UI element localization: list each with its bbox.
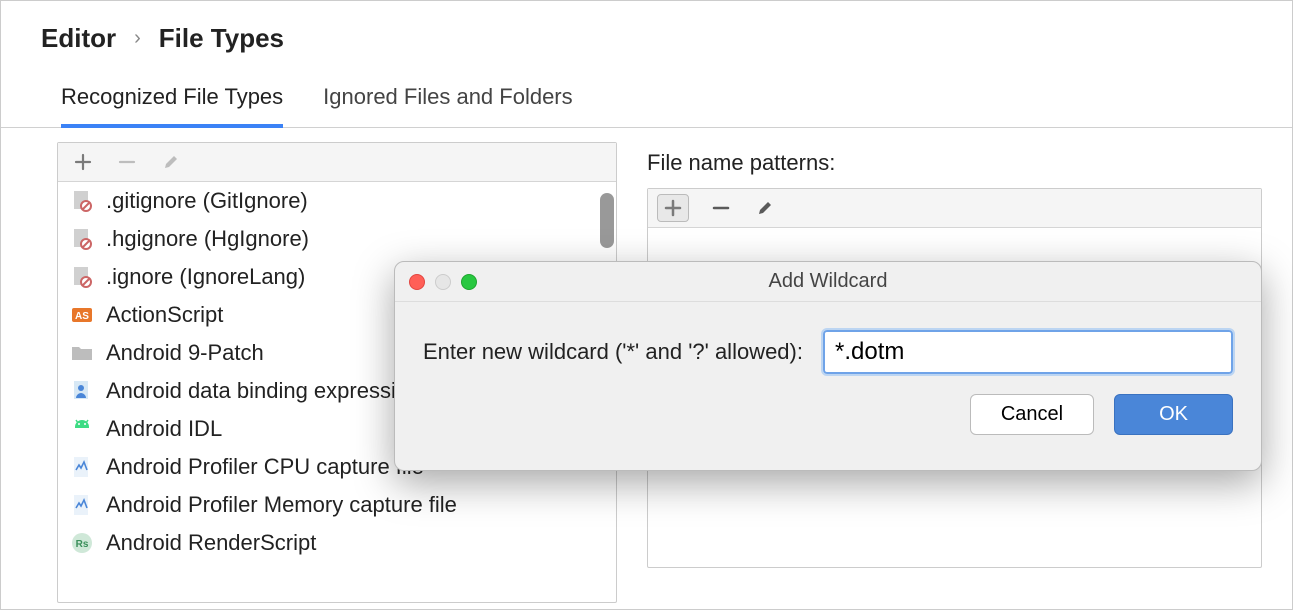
dialog-titlebar: Add Wildcard	[395, 262, 1261, 302]
list-item-label: Android Profiler Memory capture file	[106, 492, 457, 518]
breadcrumb-parent[interactable]: Editor	[41, 23, 116, 54]
list-item[interactable]: .hgignore (HgIgnore)	[58, 220, 616, 258]
list-item[interactable]: .gitignore (GitIgnore)	[58, 182, 616, 220]
window-close-icon[interactable]	[409, 274, 425, 290]
minus-icon[interactable]	[710, 197, 732, 219]
dialog-label: Enter new wildcard ('*' and '?' allowed)…	[423, 339, 803, 365]
list-item-label: .hgignore (HgIgnore)	[106, 226, 309, 252]
file-ignore-icon	[70, 189, 94, 213]
list-item-label: ActionScript	[106, 302, 223, 328]
window-zoom-icon[interactable]	[461, 274, 477, 290]
breadcrumb: Editor › File Types	[1, 1, 1292, 64]
folder-icon	[70, 341, 94, 365]
scrollbar-thumb[interactable]	[600, 193, 614, 248]
list-item[interactable]: Android Profiler Memory capture file	[58, 486, 616, 524]
pencil-icon[interactable]	[754, 197, 776, 219]
list-item-label: .gitignore (GitIgnore)	[106, 188, 308, 214]
list-item-label: .ignore (IgnoreLang)	[106, 264, 305, 290]
window-minimize-icon	[435, 274, 451, 290]
file-ignore-icon	[70, 265, 94, 289]
android-icon	[70, 417, 94, 441]
patterns-header: File name patterns:	[647, 150, 1262, 176]
list-item-label: Android Profiler CPU capture file	[106, 454, 424, 480]
tab-ignored-files-folders[interactable]: Ignored Files and Folders	[323, 84, 572, 128]
profiler-icon	[70, 493, 94, 517]
list-item-label: Android data binding expression	[106, 378, 420, 404]
tab-recognized-file-types[interactable]: Recognized File Types	[61, 84, 283, 128]
minus-icon[interactable]	[116, 151, 138, 173]
svg-text:AS: AS	[75, 311, 89, 322]
wildcard-input[interactable]	[823, 330, 1233, 374]
file-ignore-icon	[70, 227, 94, 251]
chevron-right-icon: ›	[134, 27, 141, 50]
svg-text:Rs: Rs	[76, 539, 89, 550]
dialog-title: Add Wildcard	[395, 270, 1261, 293]
add-wildcard-dialog: Add Wildcard Enter new wildcard ('*' and…	[394, 261, 1262, 471]
android-person-icon	[70, 379, 94, 403]
plus-icon[interactable]	[658, 195, 688, 221]
profiler-icon	[70, 455, 94, 479]
patterns-toolbar	[648, 189, 1261, 228]
list-item-label: Android RenderScript	[106, 530, 316, 556]
pencil-icon[interactable]	[160, 151, 182, 173]
file-types-toolbar	[58, 143, 616, 182]
tabs: Recognized File Types Ignored Files and …	[1, 64, 1292, 128]
cancel-button[interactable]: Cancel	[970, 394, 1094, 435]
ok-button[interactable]: OK	[1114, 394, 1233, 435]
breadcrumb-current: File Types	[159, 23, 284, 54]
rs-icon: Rs	[70, 531, 94, 555]
list-item[interactable]: Rs Android RenderScript	[58, 524, 616, 562]
plus-icon[interactable]	[72, 151, 94, 173]
list-item-label: Android 9-Patch	[106, 340, 264, 366]
list-item-label: Android IDL	[106, 416, 222, 442]
as-icon: AS	[70, 303, 94, 327]
